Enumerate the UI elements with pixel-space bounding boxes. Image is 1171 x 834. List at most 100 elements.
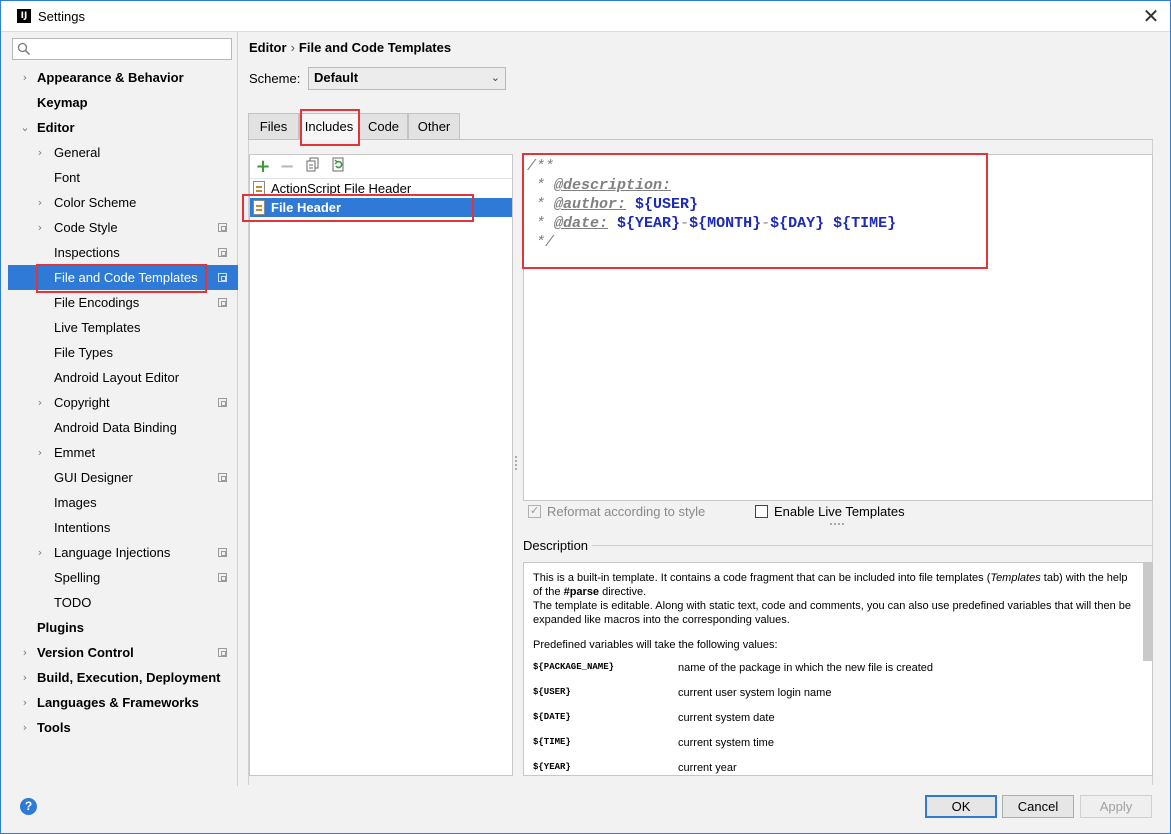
- tab-code-label: Code: [367, 119, 400, 134]
- template-list: + − ActionScript File Header File Header: [249, 154, 513, 776]
- code-comment: /**: [527, 158, 555, 175]
- tree-item-file-encodings[interactable]: File Encodings: [8, 290, 238, 315]
- description-scrollbar[interactable]: [1143, 563, 1152, 661]
- tree-item-editor[interactable]: ⌄ Editor: [8, 115, 238, 140]
- help-icon[interactable]: ?: [20, 798, 37, 815]
- tree-item-code-style[interactable]: › Code Style: [8, 215, 238, 240]
- resize-grip[interactable]: [830, 523, 844, 526]
- tree-item-intentions[interactable]: Intentions: [8, 515, 238, 540]
- list-item-actionscript-file-header[interactable]: ActionScript File Header: [250, 179, 512, 198]
- tree-item-label: Live Templates: [54, 320, 141, 335]
- template-code-editor[interactable]: /** * @description: * @author: ${USER} *…: [523, 154, 1153, 501]
- copy-icon[interactable]: [303, 157, 323, 177]
- list-item-label: ActionScript File Header: [271, 181, 412, 196]
- breadcrumb-parent: Editor: [249, 40, 287, 55]
- tree-item-label: Keymap: [37, 95, 88, 110]
- tree-item-spelling[interactable]: Spelling: [8, 565, 238, 590]
- tree-item-todo[interactable]: TODO: [8, 590, 238, 615]
- tree-item-plugins[interactable]: Plugins: [8, 615, 238, 640]
- tree-item-languages-frameworks[interactable]: › Languages & Frameworks: [8, 690, 238, 715]
- tree-item-android-data-binding[interactable]: Android Data Binding: [8, 415, 238, 440]
- chevron-right-icon[interactable]: ›: [19, 715, 31, 740]
- tree-item-file-and-code-templates[interactable]: File and Code Templates: [8, 265, 238, 290]
- tree-item-android-layout-editor[interactable]: Android Layout Editor: [8, 365, 238, 390]
- list-item-label: File Header: [271, 200, 342, 215]
- tree-item-emmet[interactable]: › Emmet: [8, 440, 238, 465]
- chevron-down-icon[interactable]: ⌄: [19, 115, 31, 140]
- close-icon[interactable]: ✕: [1140, 5, 1162, 27]
- chevron-down-icon: ⌄: [490, 71, 500, 84]
- tab-files-label: Files: [259, 119, 288, 134]
- reformat-checkbox[interactable]: Reformat according to style: [528, 503, 728, 520]
- chevron-right-icon[interactable]: ›: [19, 690, 31, 715]
- code-variable: ${TIME}: [833, 215, 897, 232]
- tree-item-label: Build, Execution, Deployment: [37, 670, 221, 685]
- tree-item-general[interactable]: › General: [8, 140, 238, 165]
- tab-code[interactable]: Code: [359, 113, 408, 140]
- description-text: directive.: [599, 586, 647, 598]
- tree-item-live-templates[interactable]: Live Templates: [8, 315, 238, 340]
- chevron-right-icon[interactable]: ›: [34, 440, 46, 465]
- code-variable: ${MONTH}: [689, 215, 762, 232]
- code-line-3: * @author: ${USER}: [527, 195, 698, 214]
- description-label: Description: [523, 538, 589, 553]
- tree-item-gui-designer[interactable]: GUI Designer: [8, 465, 238, 490]
- settings-gear-icon: [218, 398, 227, 407]
- enable-live-templates-label: Enable Live Templates: [774, 504, 905, 519]
- splitter-handle[interactable]: [515, 456, 519, 470]
- apply-button[interactable]: Apply: [1080, 795, 1152, 818]
- checkbox-box: [755, 505, 768, 518]
- tree-item-tools[interactable]: › Tools: [8, 715, 238, 740]
- scheme-dropdown[interactable]: Default ⌄: [308, 67, 506, 90]
- chevron-right-icon[interactable]: ›: [19, 65, 31, 90]
- code-comment: *: [527, 196, 555, 213]
- tree-item-label: Spelling: [54, 570, 101, 585]
- settings-gear-icon: [218, 548, 227, 557]
- tree-item-keymap[interactable]: Keymap: [8, 90, 238, 115]
- tree-item-appearance-behavior[interactable]: › Appearance & Behavior: [8, 65, 238, 90]
- variable-name: ${TIME}: [533, 737, 571, 747]
- list-item-file-header[interactable]: File Header: [250, 198, 512, 217]
- tree-item-build-execution-deployment[interactable]: › Build, Execution, Deployment: [8, 665, 238, 690]
- tree-item-font[interactable]: Font: [8, 165, 238, 190]
- add-template-button[interactable]: +: [253, 157, 273, 177]
- tab-includes[interactable]: Includes: [299, 113, 359, 140]
- chevron-right-icon[interactable]: ›: [34, 390, 46, 415]
- settings-gear-icon: [218, 298, 227, 307]
- chevron-right-icon[interactable]: ›: [34, 540, 46, 565]
- tree-item-label: Code Style: [54, 220, 118, 235]
- search-input[interactable]: [12, 38, 232, 60]
- checkbox-box: [528, 503, 541, 519]
- variable-name: ${USER}: [533, 687, 571, 697]
- tree-item-label: Plugins: [37, 620, 84, 635]
- tree-item-inspections[interactable]: Inspections: [8, 240, 238, 265]
- variable-description: name of the package in which the new fil…: [678, 662, 933, 674]
- tree-item-version-control[interactable]: › Version Control: [8, 640, 238, 665]
- tab-other[interactable]: Other: [408, 113, 460, 140]
- variable-description: current system time: [678, 737, 774, 749]
- chevron-right-icon[interactable]: ›: [19, 665, 31, 690]
- chevron-right-icon[interactable]: ›: [19, 640, 31, 665]
- tab-includes-label: Includes: [304, 119, 354, 134]
- ok-button[interactable]: OK: [925, 795, 997, 818]
- tree-item-label: File Types: [54, 345, 114, 360]
- tree-item-language-injections[interactable]: › Language Injections: [8, 540, 238, 565]
- tree-item-label: Version Control: [37, 645, 134, 660]
- chevron-right-icon[interactable]: ›: [34, 140, 46, 165]
- reset-icon[interactable]: [328, 157, 348, 177]
- code-variable: ${DAY}: [770, 215, 825, 232]
- code-doc-tag: @author:: [554, 196, 627, 213]
- settings-gear-icon: [218, 273, 227, 282]
- cancel-button[interactable]: Cancel: [1002, 795, 1074, 818]
- chevron-right-icon[interactable]: ›: [34, 190, 46, 215]
- tree-item-images[interactable]: Images: [8, 490, 238, 515]
- tree-item-file-types[interactable]: File Types: [8, 340, 238, 365]
- code-doc-tag: @description:: [554, 177, 672, 194]
- tab-files[interactable]: Files: [248, 113, 299, 140]
- settings-gear-icon: [218, 573, 227, 582]
- tree-item-copyright[interactable]: › Copyright: [8, 390, 238, 415]
- tree-item-color-scheme[interactable]: › Color Scheme: [8, 190, 238, 215]
- enable-live-templates-checkbox[interactable]: Enable Live Templates: [755, 504, 925, 520]
- remove-template-button[interactable]: −: [277, 157, 297, 177]
- chevron-right-icon[interactable]: ›: [34, 215, 46, 240]
